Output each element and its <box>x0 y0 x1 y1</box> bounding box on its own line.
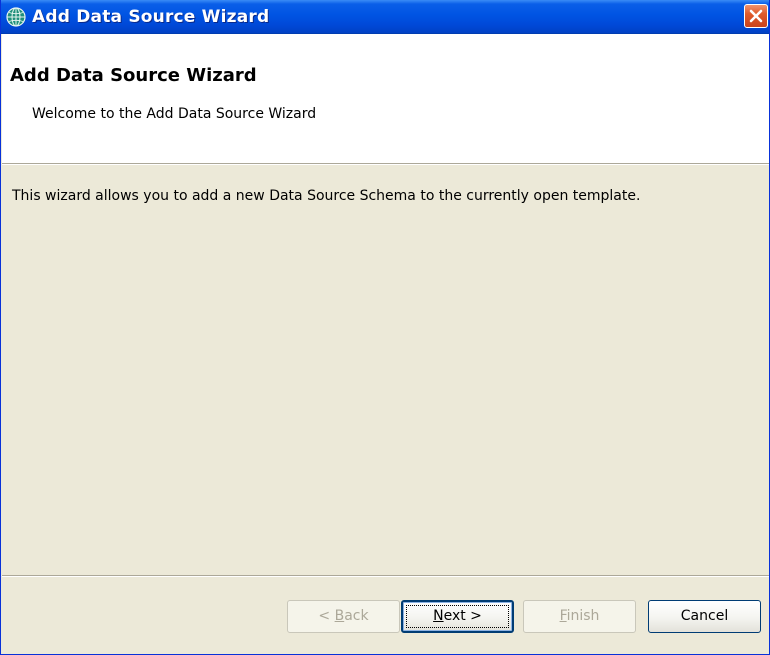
finish-mnemonic: F <box>559 608 567 624</box>
cancel-button[interactable]: Cancel <box>648 600 761 633</box>
back-mnemonic: B <box>334 608 345 624</box>
close-button[interactable] <box>744 4 768 28</box>
close-icon <box>749 9 763 23</box>
back-prefix: < <box>318 608 335 624</box>
window-title: Add Data Source Wizard <box>32 7 270 27</box>
header-divider <box>2 163 769 165</box>
globe-network-icon <box>6 7 26 27</box>
title-bar[interactable]: Add Data Source Wizard <box>1 0 769 34</box>
back-button[interactable]: < Back <box>287 600 400 633</box>
wizard-header: Add Data Source Wizard Welcome to the Ad… <box>2 34 769 163</box>
wizard-content-text: This wizard allows you to add a new Data… <box>12 188 641 204</box>
page-description: Welcome to the Add Data Source Wizard <box>32 106 317 122</box>
next-button[interactable]: Next > <box>401 600 514 633</box>
back-rest: ack <box>344 608 369 624</box>
footer-divider <box>2 575 769 577</box>
wizard-window: Add Data Source Wizard Add Data Source W… <box>0 0 770 655</box>
page-title: Add Data Source Wizard <box>10 65 257 86</box>
focus-ring <box>406 605 509 628</box>
finish-button[interactable]: Finish <box>523 600 636 633</box>
finish-rest: inish <box>566 608 600 624</box>
